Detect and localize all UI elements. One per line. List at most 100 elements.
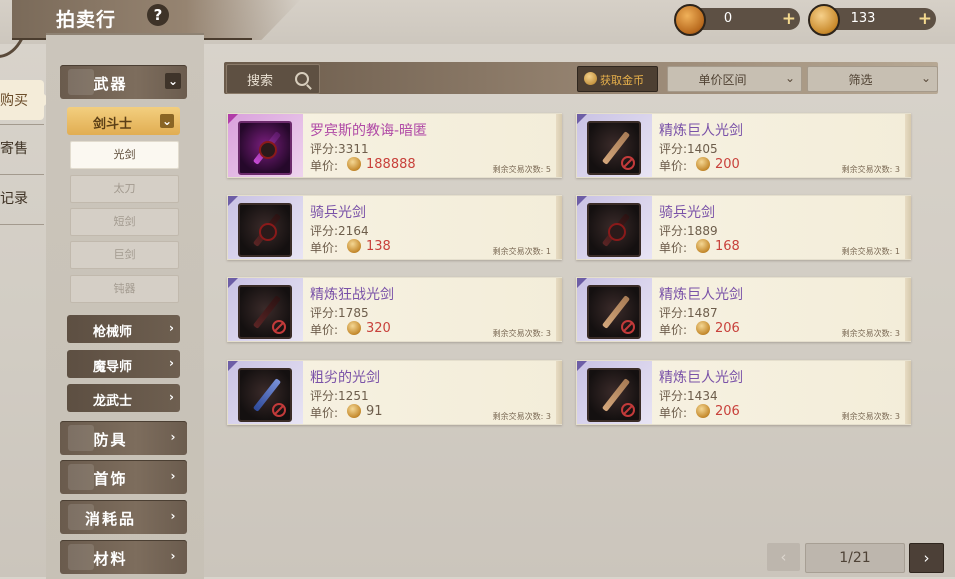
leaf-katana[interactable]: 太刀 [70,175,179,203]
currency-gold: 133 + [808,4,936,36]
search-label: 搜索 [247,74,274,89]
item-card[interactable]: 精炼巨人光剑 评分:1487 单价: 206 剩余交易次数: 3 [576,277,911,342]
remaining-trades: 剩余交易次数: 1 [841,247,900,256]
rarity-corner [228,196,238,206]
remaining-trades: 剩余交易次数: 3 [841,329,900,338]
price-range-dropdown[interactable]: 单价区间 ⌄ [667,66,802,92]
item-card[interactable]: 粗劣的光剑 评分:1251 单价: 91 剩余交易次数: 3 [227,360,562,425]
chevron-right-icon: › [169,321,174,335]
tab-buy-label: 购买 [0,93,28,109]
subcategory-gunner-label: 枪械师 [92,325,132,340]
lightsaber-icon [238,285,292,339]
price-label: 单价: [659,241,688,255]
item-card[interactable]: 罗宾斯的教诲-暗匿 评分:3311 单价: 188888 剩余交易次数: 5 [227,113,562,178]
search-icon [295,72,309,86]
search-input[interactable]: 搜索 [226,64,320,94]
tab-records[interactable]: 记录 [0,178,46,218]
item-card[interactable]: 骑兵光剑 评分:2164 单价: 138 剩余交易次数: 1 [227,195,562,260]
prev-page-button[interactable]: ‹ [767,543,800,571]
page-title: 拍卖行 [56,9,117,31]
item-card[interactable]: 精炼巨人光剑 评分:1434 单价: 206 剩余交易次数: 3 [576,360,911,425]
tab-consign-label: 寄售 [0,141,28,157]
item-name: 精炼巨人光剑 [659,123,743,139]
gold-coin-icon [696,239,710,253]
item-price: 206 [715,321,740,336]
category-materials-label: 材料 [93,550,128,568]
gold-coin-icon [696,321,710,335]
card-edge [905,361,911,424]
item-score: 评分:1405 [659,142,718,156]
price-label: 单价: [310,159,339,173]
lightsaber-icon [587,121,641,175]
price-range-label: 单价区间 [698,73,747,87]
subcategory-dragon-knight[interactable]: 龙武士 › [67,384,180,412]
leaf-blunt[interactable]: 钝器 [70,275,179,303]
card-edge [556,196,562,259]
lightsaber-icon [587,368,641,422]
item-name: 精炼巨人光剑 [659,287,743,303]
item-price: 188888 [366,157,416,172]
remaining-trades: 剩余交易次数: 3 [841,412,900,421]
currency-crystal: 0 + [674,4,800,36]
card-edge [905,114,911,177]
price-label: 单价: [659,406,688,420]
subcategory-gunner[interactable]: 枪械师 › [67,315,180,343]
price-label: 单价: [310,406,339,420]
leaf-greatsword[interactable]: 巨剑 [70,241,179,269]
item-score: 评分:2164 [310,224,369,238]
category-armor[interactable]: 防具 › [60,421,187,455]
remaining-trades: 剩余交易次数: 3 [492,329,551,338]
category-materials[interactable]: 材料 › [60,540,187,574]
divider [0,174,44,175]
category-consumables[interactable]: 消耗品 › [60,500,187,534]
subcategory-dragon-knight-label: 龙武士 [92,394,132,409]
price-label: 单价: [310,323,339,337]
category-accessories-label: 首饰 [93,470,128,488]
lightsaber-icon [238,368,292,422]
category-weapons-label: 武器 [93,75,128,93]
tab-consign[interactable]: 寄售 [0,128,46,168]
card-edge [905,278,911,341]
category-armor-label: 防具 [93,431,128,449]
price-label: 单价: [659,323,688,337]
item-name: 骑兵光剑 [310,205,366,221]
card-edge [905,196,911,259]
crystal-amount: 0 [723,11,733,26]
item-card[interactable]: 精炼狂战光剑 评分:1785 单价: 320 剩余交易次数: 3 [227,277,562,342]
filter-label: 筛选 [848,73,873,87]
rarity-corner [228,114,238,124]
item-name: 粗劣的光剑 [310,370,380,386]
item-name: 骑兵光剑 [659,205,715,221]
help-button[interactable]: ? [147,4,169,26]
category-accessories[interactable]: 首饰 › [60,460,187,494]
category-weapons[interactable]: 武器 ⌄ [60,65,187,99]
gold-amount: 133 [850,11,876,26]
filter-dropdown[interactable]: 筛选 ⌄ [807,66,938,92]
add-gold-button[interactable]: + [918,8,932,30]
subcategory-swordsman[interactable]: 剑斗士 ⌄ [67,107,180,135]
item-score: 评分:1434 [659,389,718,403]
rarity-corner [577,114,587,124]
leaf-lightsaber[interactable]: 光剑 [70,141,179,169]
subcategory-mage[interactable]: 魔导师 › [67,350,180,378]
gold-coin-icon [696,404,710,418]
item-score: 评分:3311 [310,142,369,156]
leaf-short-sword[interactable]: 短剑 [70,208,179,236]
get-gold-button[interactable]: 获取金币 [577,66,658,92]
card-edge [556,114,562,177]
item-name: 罗宾斯的教诲-暗匿 [310,123,428,139]
price-label: 单价: [659,159,688,173]
rarity-corner [228,278,238,288]
subcategory-swordsman-label: 剑斗士 [92,117,132,132]
lightsaber-icon [238,203,292,257]
item-card[interactable]: 精炼巨人光剑 评分:1405 单价: 200 剩余交易次数: 3 [576,113,911,178]
chevron-down-icon: ⌄ [920,71,931,85]
item-name: 精炼狂战光剑 [310,287,394,303]
tab-buy[interactable]: 购买 [0,80,51,120]
item-score: 评分:1487 [659,306,718,320]
item-card[interactable]: 骑兵光剑 评分:1889 单价: 168 剩余交易次数: 1 [576,195,911,260]
remaining-trades: 剩余交易次数: 3 [841,165,900,174]
add-crystal-button[interactable]: + [782,8,796,30]
subcategory-mage-label: 魔导师 [92,360,132,375]
next-page-button[interactable]: › [909,543,944,573]
